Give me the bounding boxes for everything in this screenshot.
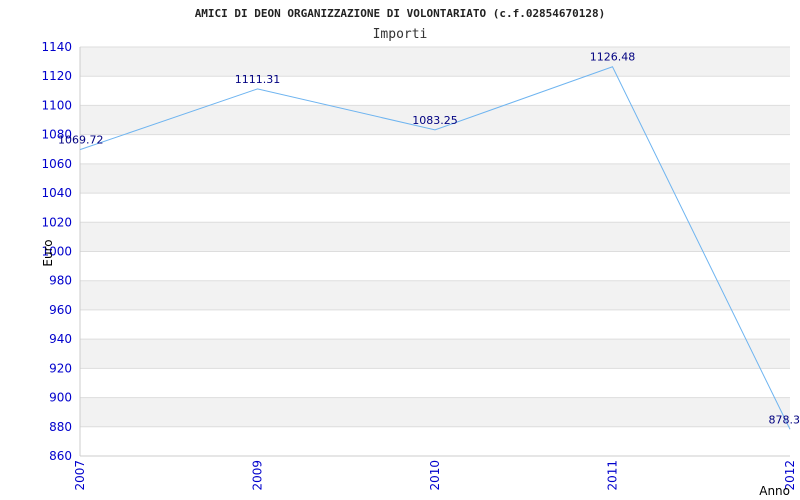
plot-band bbox=[80, 368, 790, 398]
y-tick-label: 1060 bbox=[41, 157, 72, 171]
plot-band bbox=[80, 339, 790, 369]
plot-band bbox=[80, 76, 790, 106]
y-tick-label: 1020 bbox=[41, 215, 72, 229]
plot-band bbox=[80, 397, 790, 427]
x-tick-labels: 2007 2009 2010 2011 2012 bbox=[73, 460, 797, 491]
line-chart: 1140112011001080106010401020100098096094… bbox=[41, 7, 800, 498]
data-label: 1069.72 bbox=[58, 134, 104, 147]
y-tick-label: 980 bbox=[49, 274, 72, 288]
data-label: 1083.25 bbox=[412, 114, 458, 127]
x-tick-label: 2010 bbox=[428, 460, 442, 491]
plot-band bbox=[80, 426, 790, 456]
plot-band bbox=[80, 134, 790, 164]
y-tick-label: 1040 bbox=[41, 186, 72, 200]
plot-band bbox=[80, 251, 790, 281]
plot-band bbox=[80, 47, 790, 77]
x-axis-label: Anno bbox=[759, 484, 790, 498]
data-label: 1111.31 bbox=[235, 73, 281, 86]
x-tick-label: 2009 bbox=[251, 460, 265, 491]
y-tick-label: 940 bbox=[49, 332, 72, 346]
x-tick-label: 2011 bbox=[606, 460, 620, 491]
y-tick-label: 920 bbox=[49, 361, 72, 375]
plot-band bbox=[80, 193, 790, 223]
chart-subtitle: Importi bbox=[373, 27, 428, 42]
plot-band bbox=[80, 163, 790, 194]
y-tick-label: 900 bbox=[49, 391, 72, 405]
plot-band bbox=[80, 222, 790, 252]
y-tick-label: 1100 bbox=[41, 98, 72, 112]
y-tick-label: 880 bbox=[49, 420, 72, 434]
chart-title: AMICI DI DEON ORGANIZZAZIONE DI VOLONTAR… bbox=[195, 7, 606, 20]
x-tick-label: 2007 bbox=[73, 460, 87, 491]
y-tick-label: 960 bbox=[49, 303, 72, 317]
data-label: 878.3 bbox=[769, 413, 800, 426]
plot-band bbox=[80, 280, 790, 310]
y-tick-label: 1120 bbox=[41, 69, 72, 83]
data-label: 1126.48 bbox=[590, 51, 636, 64]
y-axis-label: Euro bbox=[41, 239, 55, 266]
plot-band bbox=[80, 309, 790, 340]
y-tick-label: 860 bbox=[49, 449, 72, 463]
y-tick-label: 1140 bbox=[41, 40, 72, 54]
